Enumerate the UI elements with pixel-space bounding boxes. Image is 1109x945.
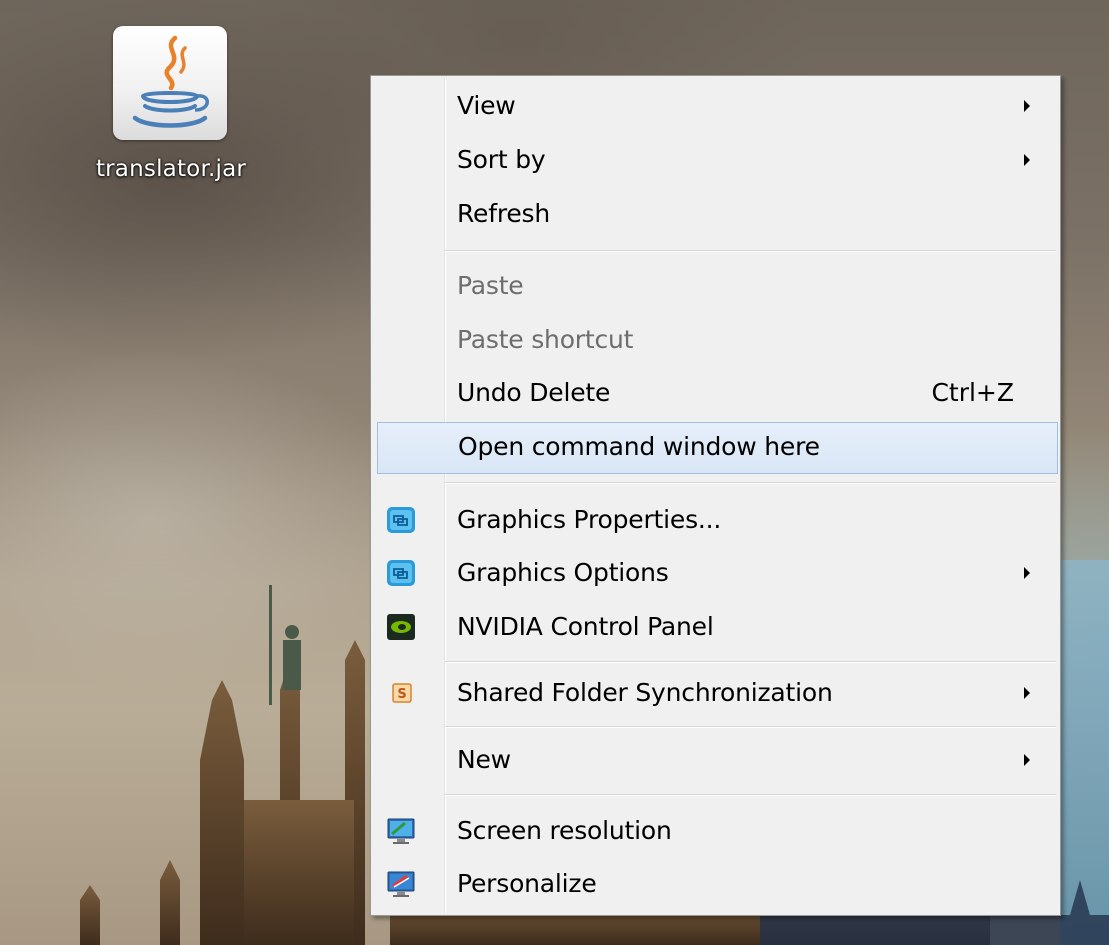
submenu-arrow-icon bbox=[1024, 754, 1030, 766]
menu-separator bbox=[445, 726, 1056, 728]
java-jar-icon bbox=[113, 26, 227, 140]
menu-item-label: Graphics Options bbox=[457, 558, 669, 587]
menu-item-label: Shared Folder Synchronization bbox=[457, 678, 833, 707]
menu-item-label: Graphics Properties... bbox=[457, 505, 722, 534]
menu-item-undo-delete[interactable]: Undo Delete Ctrl+Z bbox=[373, 368, 1058, 418]
menu-item-screen-resolution[interactable]: Screen resolution bbox=[373, 806, 1058, 856]
menu-item-label: Refresh bbox=[457, 199, 551, 228]
menu-item-personalize[interactable]: Personalize bbox=[373, 859, 1058, 909]
menu-item-view[interactable]: View bbox=[373, 81, 1058, 131]
menu-item-label: Undo Delete bbox=[457, 378, 611, 407]
menu-item-sort-by[interactable]: Sort by bbox=[373, 135, 1058, 185]
menu-item-label: Open command window here bbox=[458, 432, 820, 461]
screen-resolution-icon bbox=[385, 815, 417, 847]
menu-item-label: Paste shortcut bbox=[457, 325, 634, 354]
shared-folder-sync-icon: S bbox=[385, 677, 417, 709]
desktop-file-label: translator.jar bbox=[95, 156, 247, 182]
intel-graphics-icon bbox=[385, 557, 417, 589]
menu-item-graphics-options[interactable]: Graphics Options bbox=[373, 548, 1058, 598]
menu-item-label: Screen resolution bbox=[457, 816, 672, 845]
menu-item-graphics-properties[interactable]: Graphics Properties... bbox=[373, 495, 1058, 545]
menu-item-label: Sort by bbox=[457, 145, 546, 174]
menu-item-label: Paste bbox=[457, 271, 524, 300]
menu-item-paste-shortcut[interactable]: Paste shortcut bbox=[373, 315, 1058, 365]
menu-separator bbox=[445, 250, 1056, 252]
menu-item-label: View bbox=[457, 91, 516, 120]
submenu-arrow-icon bbox=[1024, 567, 1030, 579]
menu-item-shortcut: Ctrl+Z bbox=[931, 378, 1014, 407]
menu-item-paste[interactable]: Paste bbox=[373, 261, 1058, 311]
submenu-arrow-icon bbox=[1024, 100, 1030, 112]
submenu-arrow-icon bbox=[1024, 154, 1030, 166]
nvidia-icon bbox=[385, 611, 417, 643]
menu-item-nvidia-control-panel[interactable]: NVIDIA Control Panel bbox=[373, 602, 1058, 652]
desktop-file-translator-jar[interactable]: translator.jar bbox=[86, 26, 256, 206]
desktop-context-menu: View Sort by Refresh Paste Paste shortcu… bbox=[370, 75, 1061, 916]
svg-text:S: S bbox=[397, 687, 406, 702]
submenu-arrow-icon bbox=[1024, 687, 1030, 699]
intel-graphics-icon bbox=[385, 504, 417, 536]
menu-separator bbox=[445, 661, 1056, 663]
menu-item-label: Personalize bbox=[457, 869, 597, 898]
menu-item-label: New bbox=[457, 745, 511, 774]
menu-separator bbox=[445, 482, 1056, 484]
menu-item-label: NVIDIA Control Panel bbox=[457, 612, 714, 641]
personalize-icon bbox=[385, 868, 417, 900]
menu-separator bbox=[445, 794, 1056, 796]
menu-item-shared-folder-sync[interactable]: S Shared Folder Synchronization bbox=[373, 668, 1058, 718]
menu-item-refresh[interactable]: Refresh bbox=[373, 189, 1058, 239]
menu-item-open-command-window[interactable]: Open command window here bbox=[377, 422, 1058, 474]
menu-item-new[interactable]: New bbox=[373, 735, 1058, 785]
